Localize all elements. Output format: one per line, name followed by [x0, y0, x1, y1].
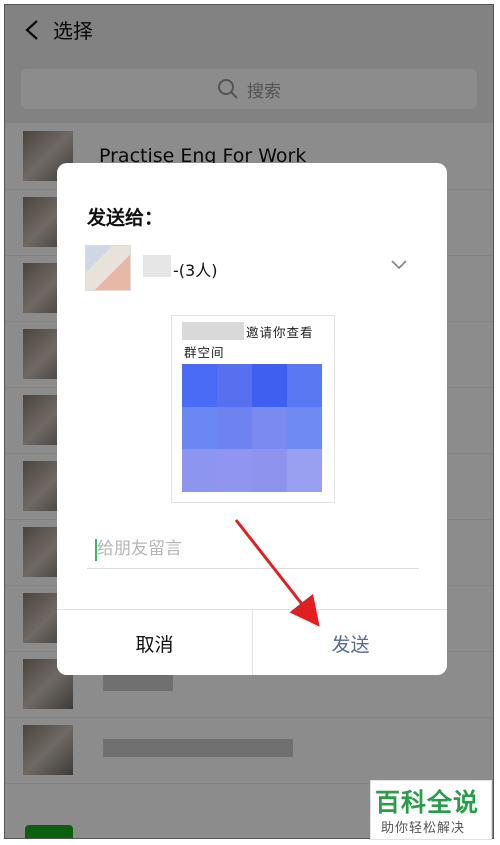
card-image: [182, 364, 322, 492]
recipient-row[interactable]: -(3人): [85, 243, 425, 293]
watermark-logo: 百科全说 助你轻松解决: [370, 780, 492, 840]
send-dialog: 发送给： -(3人) 邀请你查看 群空间 取消 发送: [57, 163, 447, 675]
watermark-title: 百科全说: [375, 788, 480, 817]
card-text: 邀请你查看 群空间: [184, 323, 324, 363]
group-avatar: [85, 245, 131, 291]
blurred-name: [143, 255, 171, 277]
cancel-button[interactable]: 取消: [57, 610, 253, 675]
card-text-line2: 群空间: [184, 345, 225, 360]
recipient-name: -(3人): [173, 261, 218, 280]
text-cursor: [95, 539, 97, 561]
dialog-title: 发送给：: [87, 207, 164, 229]
message-input[interactable]: [87, 529, 419, 569]
watermark-subtitle: 助你轻松解决: [381, 821, 466, 836]
send-button[interactable]: 发送: [253, 610, 447, 675]
share-card: 邀请你查看 群空间: [171, 315, 335, 503]
card-text-line1: 邀请你查看: [246, 325, 314, 340]
chevron-down-icon[interactable]: [391, 259, 407, 271]
app-frame: 选择 搜索 Practise Eng For Work 发送给： -(3人) 邀…: [4, 4, 494, 839]
dialog-button-bar: 取消 发送: [57, 609, 447, 675]
